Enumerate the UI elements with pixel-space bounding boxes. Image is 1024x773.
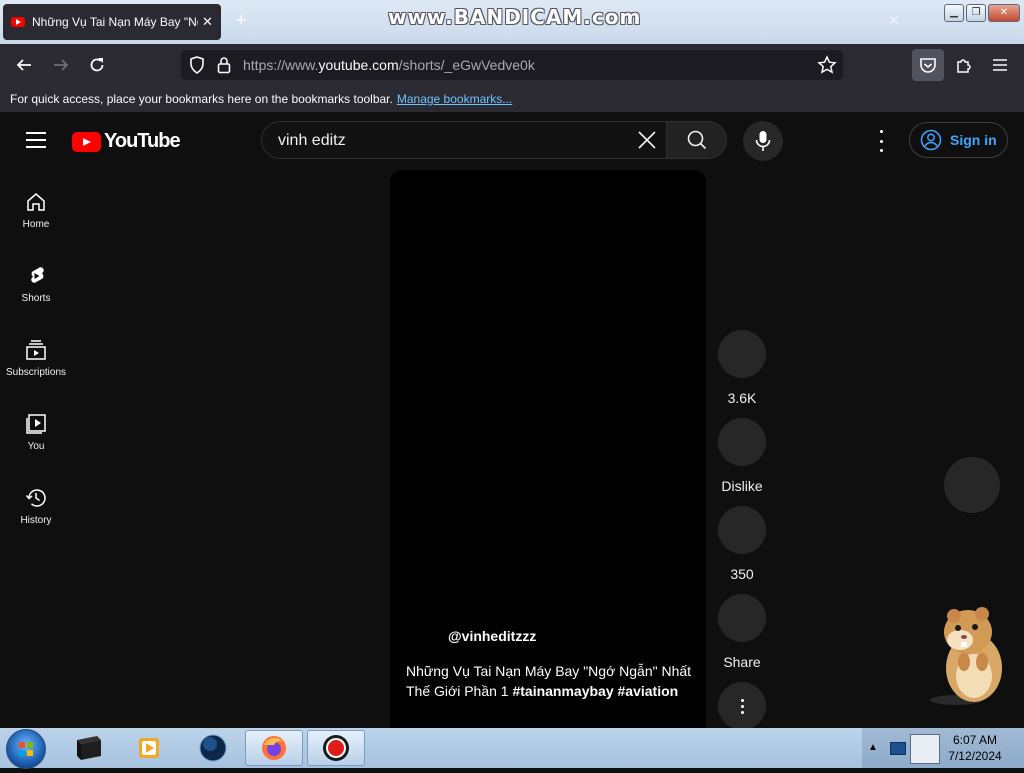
browser-nav-bar: https://www.youtube.com/shorts/_eGwVedve…: [0, 44, 1024, 86]
tab-title: Những Vụ Tai Nạn Máy Bay "Ng: [32, 15, 198, 29]
bookmarks-hint: For quick access, place your bookmarks h…: [10, 92, 512, 106]
share-icon: [718, 594, 766, 642]
tab-close-icon[interactable]: ✕: [202, 14, 213, 30]
navigation-next-button[interactable]: [944, 457, 1000, 513]
taskbar-app-bandicam[interactable]: [307, 730, 365, 766]
ghost-close-icon: ✕: [888, 12, 900, 28]
taskbar-app-media-player[interactable]: [120, 730, 178, 766]
comment-count: 350: [730, 566, 754, 582]
window-close-button[interactable]: ✕: [988, 4, 1020, 22]
dislike-label: Dislike: [721, 478, 763, 494]
dislike-button[interactable]: Dislike: [716, 418, 768, 494]
sidebar-label-history: History: [20, 515, 52, 526]
menu-icon[interactable]: [989, 54, 1011, 76]
url-text: https://www.youtube.com/shorts/_eGwVedve…: [243, 57, 535, 73]
minimize-button[interactable]: ▁: [944, 4, 964, 22]
sidebar-label-you: You: [27, 441, 45, 452]
youtube-header: YouTube vinh editz Sign in: [0, 112, 1024, 170]
history-icon: [25, 489, 46, 507]
clear-search-icon[interactable]: [636, 129, 658, 151]
like-icon: [718, 330, 766, 378]
bookmarks-toolbar: For quick access, place your bookmarks h…: [0, 86, 1024, 112]
show-hidden-icons-icon[interactable]: ▲: [868, 742, 878, 753]
browser-tab-active[interactable]: Những Vụ Tai Nạn Máy Bay "Ng ✕: [3, 4, 221, 40]
more-vertical-icon: [718, 682, 766, 730]
taskbar-clock[interactable]: 6:07 AM 7/12/2024: [936, 732, 1014, 764]
sign-in-button[interactable]: Sign in: [909, 122, 1008, 158]
url-path: /shorts/_eGwVedve0k: [398, 57, 535, 73]
url-host: youtube.com: [318, 57, 399, 73]
search-icon: [687, 130, 706, 150]
comments-button[interactable]: 350: [716, 506, 768, 582]
globe-icon: [199, 734, 227, 762]
voice-search-button[interactable]: [743, 121, 783, 161]
more-actions-button[interactable]: [716, 682, 768, 730]
shield-icon[interactable]: [189, 56, 205, 79]
sidebar-item-you[interactable]: You: [0, 413, 72, 452]
search-value: vinh editz: [278, 132, 346, 149]
you-library-icon: [26, 414, 46, 434]
pocket-icon[interactable]: [912, 49, 944, 81]
dislike-icon: [718, 418, 766, 466]
clock-date: 7/12/2024: [948, 749, 1002, 763]
share-button[interactable]: Share: [716, 594, 768, 670]
shorts-icon: [31, 267, 44, 283]
sidebar-label-subscriptions: Subscriptions: [5, 367, 67, 378]
shorts-video-player[interactable]: @vinheditzzz Những Vụ Tai Nạn Máy Bay "N…: [390, 170, 706, 730]
taskbar-app-firefox[interactable]: [245, 730, 303, 766]
subscriptions-icon: [26, 340, 46, 360]
channel-name[interactable]: @vinheditzzz: [448, 628, 536, 644]
youtube-favicon-icon: [11, 17, 25, 27]
search-button[interactable]: [666, 121, 727, 159]
search-input[interactable]: vinh editz: [261, 121, 667, 159]
browser-tab-strip: Những Vụ Tai Nạn Máy Bay "Ng ✕ + www.BAN…: [0, 0, 1024, 44]
microphone-icon: [755, 131, 771, 151]
like-button[interactable]: 3.6K: [716, 330, 768, 406]
sidebar-label-shorts: Shorts: [21, 293, 51, 304]
reload-icon[interactable]: [86, 54, 108, 76]
hamster-sticker: [928, 604, 1014, 708]
sidebar-item-history[interactable]: History: [0, 487, 72, 526]
windows-taskbar: ▲ 6:07 AM 7/12/2024: [0, 728, 1024, 769]
youtube-logo-text: YouTube: [104, 130, 181, 152]
youtube-logo[interactable]: YouTube: [72, 130, 181, 153]
window-controls: ▁ ❐ ✕: [944, 4, 1020, 22]
sidebar-item-home[interactable]: Home: [0, 191, 72, 230]
share-label: Share: [723, 654, 761, 670]
youtube-play-icon: [72, 131, 101, 152]
new-tab-button[interactable]: +: [236, 10, 247, 31]
url-bar[interactable]: https://www.youtube.com/shorts/_eGwVedve…: [181, 50, 843, 80]
network-icon[interactable]: [890, 742, 906, 755]
guide-menu-icon[interactable]: [26, 132, 46, 148]
firefox-icon: [262, 736, 286, 760]
bookmark-star-icon[interactable]: [817, 55, 837, 80]
taskbar-app-explorer[interactable]: [60, 730, 118, 766]
sidebar-item-shorts[interactable]: Shorts: [0, 265, 72, 304]
media-player-icon: [139, 738, 159, 758]
folder-box-icon: [77, 736, 101, 760]
maximize-button[interactable]: ❐: [966, 4, 986, 22]
start-button-icon[interactable]: [6, 729, 46, 769]
sidebar-item-subscriptions[interactable]: Subscriptions: [0, 339, 72, 378]
taskbar-app-globe[interactable]: [184, 730, 242, 766]
url-prefix: https://www.: [243, 57, 319, 73]
back-icon[interactable]: [13, 54, 35, 76]
settings-more-icon[interactable]: [872, 130, 890, 152]
bookmarks-hint-text: For quick access, place your bookmarks h…: [10, 92, 393, 106]
comment-icon: [718, 506, 766, 554]
like-count: 3.6K: [727, 390, 757, 406]
short-caption: Những Vụ Tai Nạn Máy Bay "Ngớ Ngẫn" Nhất…: [406, 661, 696, 701]
clock-time: 6:07 AM: [952, 733, 998, 747]
caption-hashtags[interactable]: #tainanmaybay #aviation: [512, 683, 678, 699]
sign-in-label: Sign in: [950, 132, 997, 148]
extensions-icon[interactable]: [953, 54, 975, 76]
lock-icon[interactable]: [217, 56, 231, 79]
sidebar-label-home: Home: [22, 219, 50, 230]
record-icon: [323, 735, 349, 761]
account-icon: [920, 129, 942, 151]
forward-icon[interactable]: [50, 54, 72, 76]
home-icon: [27, 193, 45, 211]
manage-bookmarks-link[interactable]: Manage bookmarks...: [397, 92, 512, 106]
bandicam-watermark: www.BANDICAM.com: [388, 5, 642, 29]
